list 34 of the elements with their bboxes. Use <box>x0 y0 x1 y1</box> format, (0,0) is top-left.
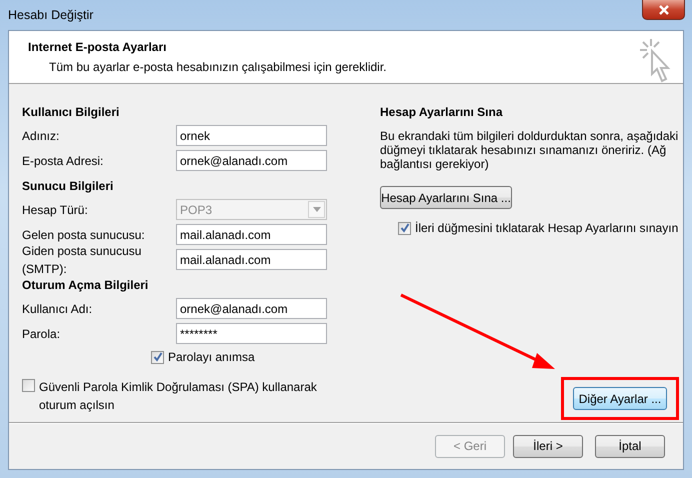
input-field[interactable]: ornek <box>176 125 327 146</box>
more-settings-button[interactable]: Diğer Ayarlar ... <box>573 387 667 410</box>
close-icon <box>658 4 670 14</box>
field-label: Gelen posta sunucusu: <box>22 226 146 244</box>
field-label: E-posta Adresi: <box>22 152 104 170</box>
dialog-button[interactable]: İleri > <box>513 434 583 458</box>
dialog-button[interactable]: İptal <box>595 434 665 458</box>
password-field[interactable]: ******** <box>176 323 327 344</box>
field-label: Kullanıcı Adı: <box>22 300 94 318</box>
description-text: Bu ekrandaki tüm bilgileri doldurduktan sonra, aşağıdaki düğmeyi tıklatarak hesabınızı sınamanızı öneririz. (Ağ bağlantısı gerekiyor) <box>380 129 680 171</box>
checkbox-label: İleri düğmesini tıklatarak Hesap Ayarlarını sınayın <box>415 220 678 237</box>
header-title: Internet E-posta Ayarları <box>28 39 168 56</box>
checkbox-label: Güvenli Parola Kimlik Doğrulaması (SPA) kullanarak oturum açılsın <box>39 379 318 414</box>
checkbox-label: Parolayı anımsa <box>168 349 255 366</box>
section-heading: Sunucu Bilgileri <box>22 178 114 195</box>
input-field[interactable]: mail.alanadı.com <box>176 224 327 245</box>
field-label: Giden posta sunucusu (SMTP): <box>22 242 142 278</box>
section-heading: Kullanıcı Bilgileri <box>22 104 120 121</box>
section-heading: Oturum Açma Bilgileri <box>22 277 150 294</box>
field-label: Hesap Türü: <box>22 202 89 218</box>
field-label: Adınız: <box>22 128 60 144</box>
close-button[interactable] <box>642 0 685 20</box>
window-title: Hesabı Değiştir <box>8 6 94 24</box>
input-field[interactable]: mail.alanadı.com <box>176 249 327 270</box>
header-subtitle: Tüm bu ayarlar e-posta hesabınızın çalışabilmesi için gereklidir. <box>48 59 386 76</box>
input-field[interactable]: ornek@alanadı.com <box>176 298 327 319</box>
checkbox[interactable] <box>398 222 411 234</box>
section-heading: Hesap Ayarlarını Sına <box>380 104 504 121</box>
dropdown-arrow-icon <box>312 207 320 212</box>
test-settings-button[interactable]: Hesap Ayarlarını Sına ... <box>380 186 512 209</box>
field-label: Parola: <box>22 326 62 342</box>
checkbox[interactable] <box>151 350 164 364</box>
input-field[interactable]: ornek@alanadı.com <box>176 150 327 171</box>
checkbox[interactable] <box>22 379 35 392</box>
